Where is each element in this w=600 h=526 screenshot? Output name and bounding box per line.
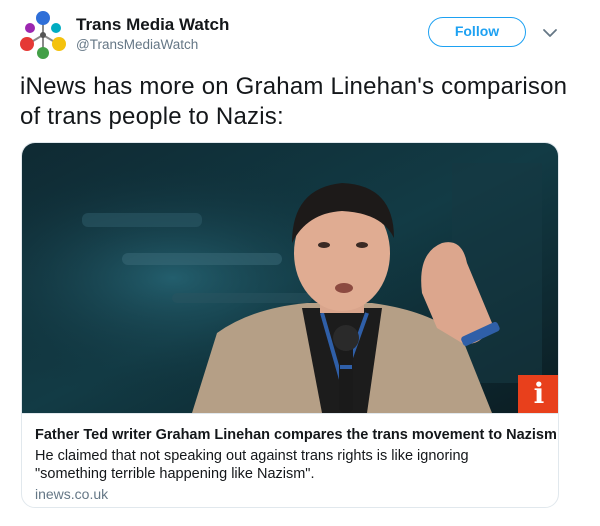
card-body[interactable]: Father Ted writer Graham Linehan compare… [22,413,558,507]
card-title[interactable]: Father Ted writer Graham Linehan compare… [35,427,557,443]
card-description: He claimed that not speaking out against… [35,448,469,482]
tweet: Trans Media Watch @TransMediaWatch Follo… [0,0,600,526]
card-image[interactable] [22,143,559,413]
tweet-text: iNews has more on Graham Linehan's compa… [20,73,568,130]
chevron-down-icon[interactable] [541,26,559,40]
author-handle[interactable]: @TransMediaWatch [76,37,198,52]
follow-button[interactable]: Follow [428,17,526,47]
inews-logo-badge: i [518,375,558,413]
author-display-name[interactable]: Trans Media Watch [76,15,229,35]
link-card[interactable]: i Father Ted writer Graham Linehan compa… [21,142,559,508]
avatar[interactable] [18,10,68,60]
card-domain[interactable]: inews.co.uk [35,486,108,502]
